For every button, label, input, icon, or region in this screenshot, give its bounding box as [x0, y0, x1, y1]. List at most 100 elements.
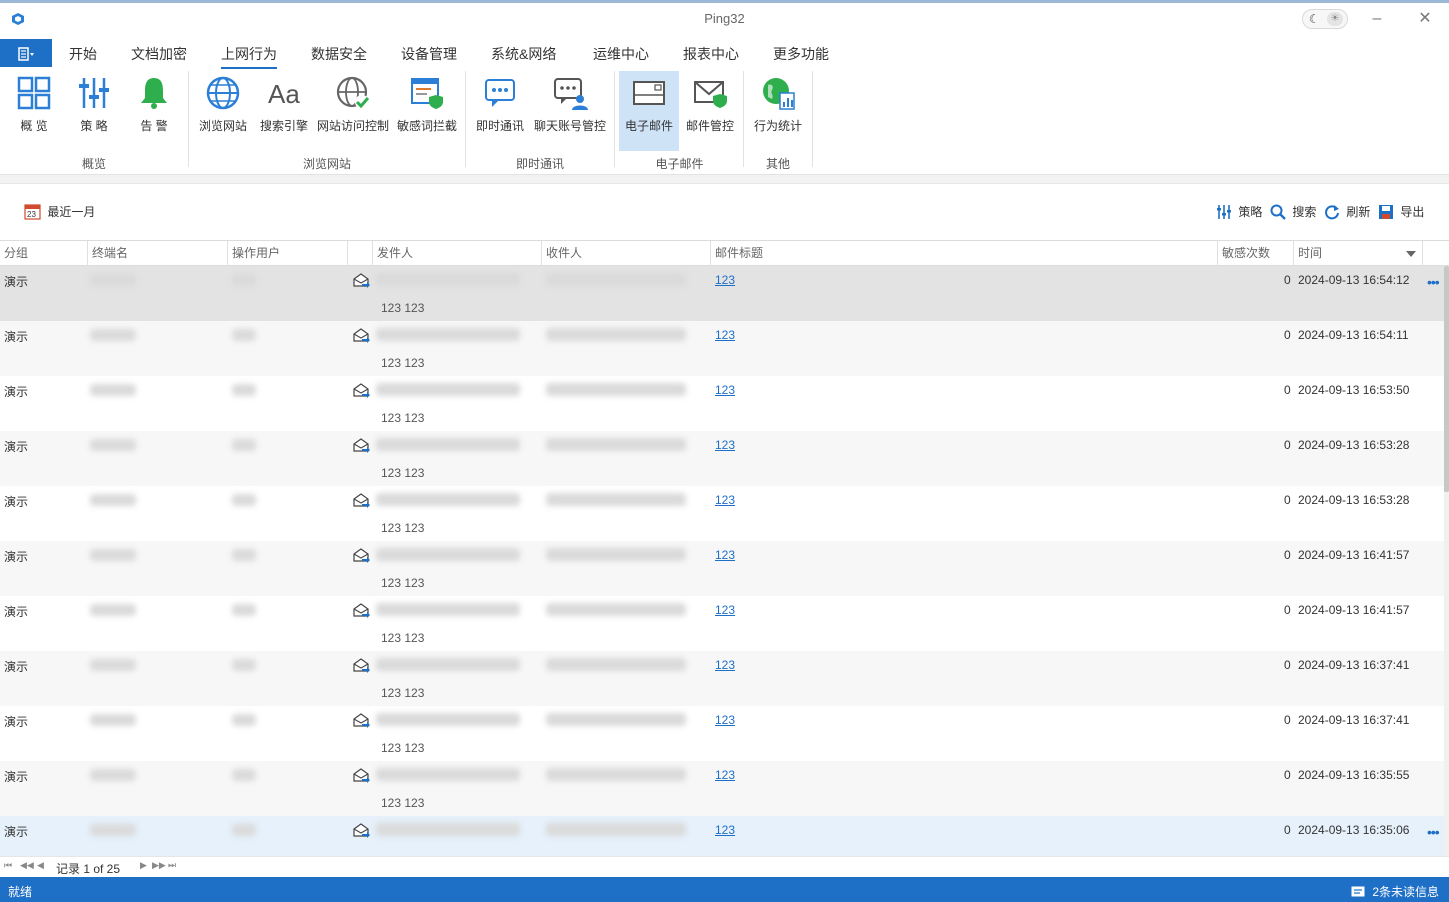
redacted-sender: [376, 438, 520, 451]
table-row[interactable]: 演示 123 0 2024-09-13 16:53:28 123 123: [0, 431, 1444, 486]
column-header-sender[interactable]: 发件人: [373, 241, 542, 266]
export-button[interactable]: 导出: [1378, 203, 1424, 220]
more-actions-icon[interactable]: •••: [1427, 274, 1440, 290]
cell-time: 2024-09-13 16:53:28: [1298, 493, 1410, 507]
prev-page-group-icon[interactable]: ◀◀: [20, 860, 34, 871]
theme-toggle[interactable]: ☾ ☀: [1302, 9, 1348, 29]
table-row[interactable]: 演示 123 0 2024-09-13 16:54:11 123 123: [0, 321, 1444, 376]
column-header-recipient[interactable]: 收件人: [542, 241, 711, 266]
tab-device-management[interactable]: 设备管理: [401, 44, 457, 64]
tab-internet-behavior[interactable]: 上网行为: [221, 44, 277, 69]
ribbon-website-access-control-button[interactable]: 网站访问控制: [315, 71, 391, 151]
menu-bar: 开始 文档加密 上网行为 数据安全 设备管理 系统&网络 运维中心 报表中心 更…: [0, 37, 1449, 69]
vertical-scrollbar[interactable]: [1444, 266, 1449, 856]
cell-subject-link[interactable]: 123: [715, 493, 735, 507]
tab-data-security[interactable]: 数据安全: [311, 44, 367, 64]
cell-subject-link[interactable]: 123: [715, 328, 735, 342]
prev-page-icon[interactable]: ◀: [37, 860, 44, 871]
redacted-recipient: [546, 493, 686, 506]
redacted-terminal: [90, 384, 136, 396]
browser-shield-icon: [411, 78, 443, 109]
date-range-filter[interactable]: 23 最近一月: [24, 203, 95, 220]
ribbon-alert-button[interactable]: 告 警: [128, 71, 180, 151]
redacted-sender: [376, 493, 520, 506]
tab-report-center[interactable]: 报表中心: [683, 44, 739, 64]
table-row[interactable]: 演示 123 0 2024-09-13 16:53:28 123 123: [0, 486, 1444, 541]
cell-time: 2024-09-13 16:37:41: [1298, 658, 1410, 672]
file-menu-button[interactable]: [0, 39, 52, 67]
table-row[interactable]: 演示 123 0 2024-09-13 16:54:12 123 123 •••: [0, 266, 1444, 321]
calendar-icon: 23: [24, 204, 41, 220]
cell-subject-link[interactable]: 123: [715, 438, 735, 452]
ribbon-sensitive-word-block-button[interactable]: 敏感词拦截: [394, 71, 460, 151]
envelope-icon: [633, 81, 665, 105]
next-page-icon[interactable]: ▶: [140, 860, 147, 871]
next-page-group-icon[interactable]: ▶▶: [152, 860, 166, 871]
ribbon-email-button[interactable]: 电子邮件: [619, 71, 679, 151]
close-button[interactable]: ✕: [1412, 7, 1438, 31]
cell-sensitive-count: 0: [1284, 328, 1291, 342]
ribbon-search-engine-button[interactable]: Aa 搜索引擎: [256, 71, 312, 151]
tab-ops-center[interactable]: 运维中心: [593, 44, 649, 64]
cell-subject-link[interactable]: 123: [715, 603, 735, 617]
cell-subject-link[interactable]: 123: [715, 768, 735, 782]
cell-subject-link[interactable]: 123: [715, 273, 735, 287]
ribbon-behavior-stats-button[interactable]: 行为统计: [750, 71, 806, 151]
sliders-icon: [1217, 204, 1231, 219]
last-page-icon[interactable]: ⏭: [168, 860, 176, 871]
first-page-icon[interactable]: ⏮: [4, 860, 12, 871]
sort-desc-icon[interactable]: [1406, 251, 1416, 257]
cell-body-preview: 123 123: [381, 686, 425, 700]
tab-start[interactable]: 开始: [69, 44, 97, 64]
tab-more-features[interactable]: 更多功能: [773, 44, 829, 64]
column-header-group[interactable]: 分组: [0, 241, 88, 266]
minimize-button[interactable]: –: [1364, 7, 1390, 31]
table-row[interactable]: 演示 123 0 2024-09-13 16:41:57 123 123: [0, 596, 1444, 651]
ribbon-alert-label: 告 警: [140, 119, 168, 133]
message-icon: [1351, 886, 1365, 897]
search-button[interactable]: 搜索: [1270, 203, 1316, 220]
ribbon-email-control-button[interactable]: 邮件管控: [682, 71, 738, 151]
ribbon-policy-button[interactable]: 策 略: [68, 71, 120, 151]
policy-button[interactable]: 策略: [1216, 203, 1262, 220]
table-row[interactable]: 演示 123 0 2024-09-13 16:35:06 •••: [0, 816, 1444, 856]
table-row[interactable]: 演示 123 0 2024-09-13 16:53:50 123 123: [0, 376, 1444, 431]
cell-body-preview: 123 123: [381, 411, 425, 425]
ribbon-browse-website-button[interactable]: 浏览网站: [195, 71, 251, 151]
more-actions-icon[interactable]: •••: [1427, 824, 1440, 840]
export-label: 导出: [1400, 205, 1425, 219]
redacted-user: [232, 384, 256, 396]
unread-messages[interactable]: 2条未读信息: [1351, 883, 1439, 900]
column-header-sensitive-count[interactable]: 敏感次数: [1218, 241, 1294, 266]
table-row[interactable]: 演示 123 0 2024-09-13 16:41:57 123 123: [0, 541, 1444, 596]
cell-sensitive-count: 0: [1284, 603, 1291, 617]
scrollbar-thumb[interactable]: [1444, 266, 1449, 492]
redacted-terminal: [90, 659, 136, 671]
cell-subject-link[interactable]: 123: [715, 713, 735, 727]
table-row[interactable]: 演示 123 0 2024-09-13 16:37:41 123 123: [0, 651, 1444, 706]
tab-doc-encryption[interactable]: 文档加密: [131, 44, 187, 64]
column-header-user[interactable]: 操作用户: [228, 241, 348, 266]
redacted-terminal: [90, 549, 136, 561]
moon-icon: ☾: [1309, 12, 1320, 26]
column-header-terminal[interactable]: 终端名: [88, 241, 228, 266]
cell-subject-link[interactable]: 123: [715, 658, 735, 672]
cell-subject-link[interactable]: 123: [715, 548, 735, 562]
ribbon-chat-account-control-button[interactable]: 聊天账号管控: [532, 71, 608, 151]
tab-system-network[interactable]: 系统&网络: [491, 44, 556, 64]
mail-sent-icon: [352, 822, 370, 838]
column-header-icon[interactable]: [348, 241, 373, 266]
ribbon-overview-button[interactable]: 概 览: [8, 71, 60, 151]
redacted-recipient: [546, 603, 686, 616]
table-row[interactable]: 演示 123 0 2024-09-13 16:37:41 123 123: [0, 706, 1444, 761]
ribbon-instant-messaging-button[interactable]: 即时通讯: [472, 71, 528, 151]
refresh-button[interactable]: 刷新: [1324, 203, 1370, 220]
column-header-subject[interactable]: 邮件标题: [711, 241, 1218, 266]
cell-subject-link[interactable]: 123: [715, 383, 735, 397]
cell-subject-link[interactable]: 123: [715, 823, 735, 837]
ribbon-group-other: 其他: [765, 157, 790, 171]
table-row[interactable]: 演示 123 0 2024-09-13 16:35:55 123 123: [0, 761, 1444, 816]
column-header-time[interactable]: 时间: [1294, 241, 1423, 266]
redacted-terminal: [90, 329, 136, 341]
search-icon: [1270, 204, 1286, 220]
